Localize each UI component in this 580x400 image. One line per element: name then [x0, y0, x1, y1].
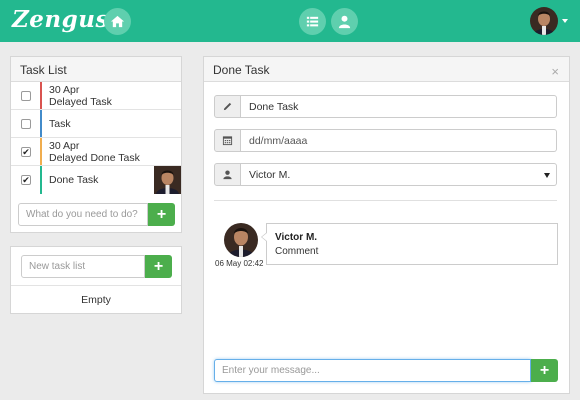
task-label: Task: [49, 118, 71, 130]
detail-title: Done Task: [204, 57, 569, 82]
new-task-input[interactable]: What do you need to do?: [18, 203, 148, 226]
task-lists-panel: New task list + Empty: [10, 246, 182, 314]
user-icon: [338, 15, 351, 29]
user-menu-caret-icon[interactable]: [562, 19, 568, 23]
task-checkbox[interactable]: [21, 91, 31, 101]
task-row[interactable]: Task: [11, 110, 181, 138]
assignee-value: Victor M.: [249, 168, 291, 181]
due-date-input[interactable]: dd/mm/aaaa: [241, 129, 557, 152]
task-name-field: Done Task: [214, 95, 557, 118]
priority-bar: [40, 166, 42, 194]
task-name-input[interactable]: Done Task: [241, 95, 557, 118]
comment-bubble: Victor M. Comment: [261, 223, 558, 265]
empty-text: Empty: [81, 294, 111, 306]
priority-bar: [40, 110, 42, 137]
task-label: Delayed Done Task: [49, 152, 140, 164]
task-list-panel: Task List 30 Apr Delayed Task Task ✔ 30 …: [10, 56, 182, 233]
divider: [214, 200, 557, 201]
pencil-icon: [223, 102, 232, 111]
task-row[interactable]: ✔ Done Task: [11, 166, 181, 194]
message-form: Enter your message... +: [214, 359, 558, 382]
home-icon: [110, 15, 125, 28]
comment-author: Victor M.: [275, 232, 318, 243]
home-button[interactable]: [104, 8, 131, 35]
priority-bar: [40, 138, 42, 165]
task-label: Done Task: [49, 174, 99, 186]
task-detail-panel: Done Task × Done Task dd/mm/aaaa Victor …: [203, 56, 570, 394]
comment-timestamp: 06 May 02:42: [215, 259, 264, 268]
user-avatar[interactable]: [530, 7, 558, 35]
new-list-form: New task list +: [21, 255, 172, 278]
divider: [11, 285, 181, 286]
due-date-field: dd/mm/aaaa: [214, 129, 557, 152]
list-view-button[interactable]: [299, 8, 326, 35]
send-message-button[interactable]: +: [531, 359, 558, 382]
list-icon: [306, 16, 319, 27]
message-input[interactable]: Enter your message...: [214, 359, 531, 382]
task-checkbox-checked[interactable]: ✔: [21, 147, 31, 157]
add-task-button[interactable]: +: [148, 203, 175, 226]
user-view-button[interactable]: [331, 8, 358, 35]
user-icon: [223, 170, 232, 180]
task-checkbox[interactable]: [21, 119, 31, 129]
task-checkbox-checked[interactable]: ✔: [21, 175, 31, 185]
new-list-input[interactable]: New task list: [21, 255, 145, 278]
task-row[interactable]: 30 Apr Delayed Task: [11, 82, 181, 110]
new-task-form: What do you need to do? +: [18, 203, 175, 226]
task-date: 30 Apr: [49, 84, 80, 96]
task-row[interactable]: ✔ 30 Apr Delayed Done Task: [11, 138, 181, 166]
task-label: Delayed Task: [49, 96, 112, 108]
close-icon[interactable]: ×: [551, 64, 559, 79]
task-list-title: Task List: [11, 57, 181, 82]
assignee-avatar: [154, 166, 181, 194]
calendar-icon: [222, 136, 233, 146]
comment-avatar: [224, 223, 258, 257]
assignee-select[interactable]: Victor M.: [241, 163, 557, 186]
app-logo[interactable]: Zengus: [12, 6, 109, 33]
assignee-field: Victor M.: [214, 163, 557, 186]
comment-text: Comment: [275, 246, 319, 257]
chevron-down-icon: [544, 173, 550, 178]
add-list-button[interactable]: +: [145, 255, 172, 278]
priority-bar: [40, 82, 42, 109]
task-date: 30 Apr: [49, 140, 80, 152]
top-navbar: Zengus: [0, 0, 580, 42]
